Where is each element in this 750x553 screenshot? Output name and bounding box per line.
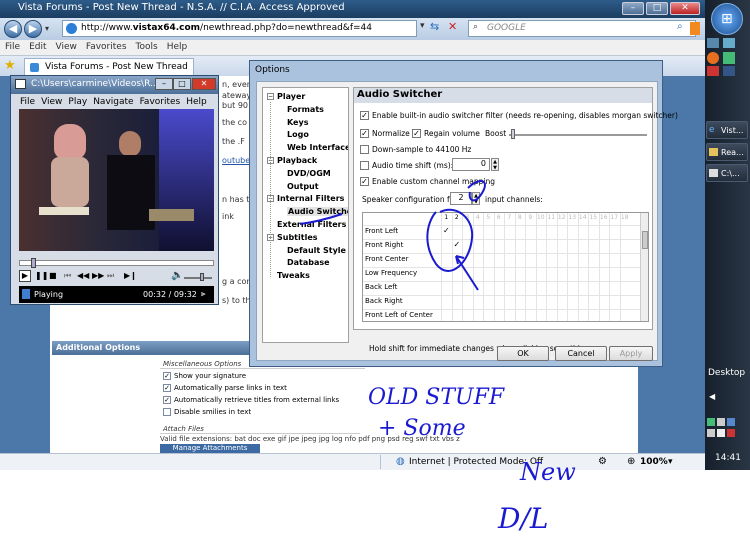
annotation-circle-checks: [426, 208, 474, 272]
annotation-underline: [299, 213, 343, 225]
annotation-circle-channels: [467, 180, 486, 202]
annotation-arrow: [455, 255, 479, 291]
annotation-text: OLD STUFF: [368, 385, 505, 410]
annotation-text: New: [520, 458, 576, 486]
annotation-text: D/L: [498, 502, 549, 535]
annotation-text: + Some: [378, 416, 466, 441]
annotation-layer: [299, 180, 486, 291]
